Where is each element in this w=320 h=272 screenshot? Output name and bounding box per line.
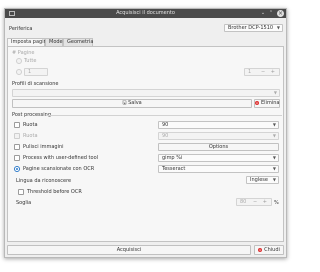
close-label: Chiudi	[264, 247, 280, 253]
rotate-both-value: 90	[162, 133, 169, 139]
scan-dialog: Acquisisci il documento ⌄ ⌃ × Periferica…	[4, 8, 287, 258]
options-label: Options	[208, 144, 229, 150]
user-defined-tool-value: gimp %i	[162, 155, 183, 161]
save-label: Salva	[128, 100, 142, 106]
tab-panel: # Pagine Tutte 1 1 − + Profili di scansi…	[7, 46, 284, 242]
tab-label: Mode	[49, 39, 63, 45]
soglia-label: Soglia	[16, 200, 32, 206]
rotate-both-label: Ruota	[23, 133, 38, 139]
clean-images-label: Pulisci immagini	[23, 144, 64, 150]
device-select[interactable]: Brother DCP-1510 ▼	[224, 24, 283, 32]
ocr-engine-select[interactable]: Tesseract ▼	[158, 165, 279, 173]
page-number-value: 1	[248, 69, 252, 75]
device-label: Periferica	[9, 26, 33, 32]
pages-all-label: Tutte	[24, 58, 37, 64]
save-icon: 🖫	[122, 100, 127, 106]
user-defined-tool-label: Process with user-defined tool	[23, 155, 99, 161]
save-profile-button[interactable]: 🖫 Salva	[12, 99, 252, 108]
window-title: Acquisisci il documento	[116, 10, 175, 16]
close-icon: ×	[258, 247, 263, 252]
soglia-spinbox[interactable]: 80 − +	[236, 198, 272, 206]
tab-label: Geometria	[67, 39, 94, 45]
chevron-down-icon: ▼	[272, 155, 276, 160]
delete-profile-button[interactable]: × Elimina	[254, 99, 280, 108]
soglia-value: 80	[240, 199, 247, 205]
user-defined-tool-checkbox[interactable]	[14, 155, 20, 161]
page-number-spinbox[interactable]: 1 − +	[244, 68, 280, 76]
titlebar: Acquisisci il documento ⌄ ⌃ ×	[5, 9, 286, 18]
pages-count-spinbox[interactable]: 1	[24, 68, 48, 76]
scan-profile-label: Profili di scansione	[12, 81, 59, 87]
ocr-toggle[interactable]	[14, 166, 20, 172]
pages-count-radio[interactable]	[16, 69, 22, 75]
user-defined-tool-select[interactable]: gimp %i ▼	[158, 154, 279, 162]
threshold-checkbox[interactable]	[18, 189, 24, 195]
minimize-icon[interactable]: ⌄	[260, 10, 266, 16]
soglia-unit: %	[274, 200, 279, 206]
chevron-down-icon: ▼	[272, 166, 276, 171]
device-value: Brother DCP-1510	[228, 25, 274, 31]
close-icon[interactable]: ×	[277, 10, 284, 17]
clean-images-checkbox[interactable]	[14, 144, 20, 150]
chevron-down-icon: ▼	[272, 133, 276, 138]
scan-profile-select[interactable]: ▼	[12, 89, 280, 97]
delete-label: Elimina	[261, 100, 280, 106]
pages-count-value: 1	[28, 69, 32, 75]
delete-icon: ×	[255, 100, 259, 105]
ocr-label: Pagine scansionate con OCR	[23, 166, 95, 172]
options-button[interactable]: Options	[158, 143, 279, 151]
tab-mode[interactable]: Mode	[45, 38, 63, 46]
rotate-select[interactable]: 90 ▼	[158, 121, 279, 129]
rotate-checkbox[interactable]	[14, 122, 20, 128]
language-value: Inglese	[250, 177, 268, 183]
chevron-down-icon: ▼	[272, 177, 276, 182]
ocr-engine-value: Tesseract	[162, 166, 186, 172]
chevron-down-icon: ▼	[272, 122, 276, 127]
acquire-label: Acquisisci	[116, 247, 142, 253]
spin-buttons-icon[interactable]: − +	[261, 69, 277, 75]
language-select[interactable]: Inglese ▼	[246, 176, 279, 184]
chevron-down-icon: ▼	[273, 90, 277, 95]
maximize-icon[interactable]: ⌃	[268, 10, 274, 16]
rotate-both-select[interactable]: 90 ▼	[158, 132, 279, 140]
chevron-down-icon: ▼	[276, 25, 280, 30]
close-button[interactable]: × Chiudi	[254, 245, 284, 255]
spin-buttons-icon[interactable]: − +	[253, 199, 269, 205]
pages-group-label: # Pagine	[12, 50, 35, 56]
threshold-label: Threshold before OCR	[27, 189, 82, 195]
divider	[46, 115, 282, 116]
rotate-label: Ruota	[23, 122, 38, 128]
tab-geometry[interactable]: Geometria	[63, 38, 93, 46]
pages-all-radio[interactable]	[16, 58, 22, 64]
rotate-both-checkbox[interactable]	[14, 133, 20, 139]
rotate-value: 90	[162, 122, 169, 128]
acquire-button[interactable]: Acquisisci	[7, 245, 251, 255]
language-label: Lingua da riconoscere	[16, 178, 72, 184]
